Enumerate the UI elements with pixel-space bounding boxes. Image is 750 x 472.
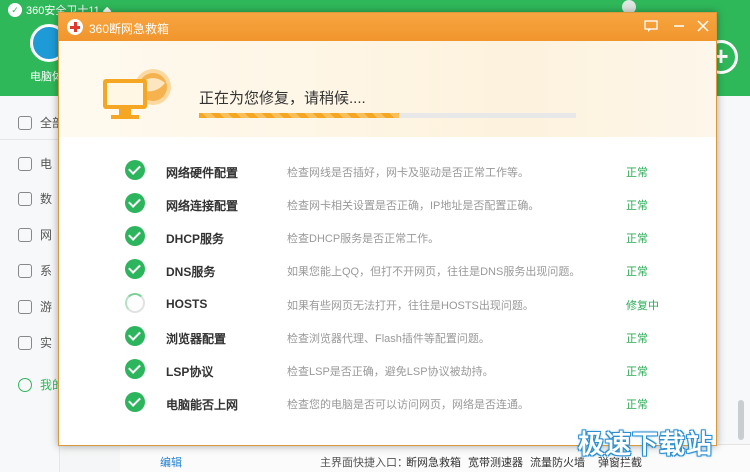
- watermark-logo: 极速下载站: [578, 429, 714, 459]
- check-name: 浏览器配置: [166, 332, 227, 346]
- check-ok-icon: [125, 160, 145, 180]
- check-status: 正常: [626, 233, 648, 245]
- feedback-icon[interactable]: [641, 17, 661, 37]
- main-content-edge: [715, 96, 750, 472]
- sidebar-item-label: 系: [40, 264, 53, 278]
- sidebar-item-utility[interactable]: 实: [18, 334, 52, 351]
- check-name: 电脑能否上网: [166, 398, 239, 412]
- edit-link[interactable]: 编辑: [160, 454, 182, 470]
- check-status: 正常: [626, 167, 648, 179]
- check-name: LSP协议: [166, 365, 214, 379]
- sidebar-item-system[interactable]: 系: [18, 262, 52, 279]
- check-ok-icon: [125, 193, 145, 213]
- dialog-title: 360断网急救箱: [89, 22, 170, 36]
- check-status: 正常: [626, 200, 648, 212]
- globe-icon: [18, 227, 32, 242]
- minimize-icon[interactable]: [669, 17, 689, 37]
- check-status: 修复中: [626, 300, 659, 312]
- main-sidebar: [0, 96, 60, 472]
- sidebar-item-label: 数: [40, 192, 53, 206]
- check-description: 如果您能上QQ，但打不开网页，往往是DNS服务出现问题。: [287, 266, 581, 278]
- monitor-icon: [18, 156, 32, 171]
- check-ok-icon: [125, 226, 145, 246]
- check-description: 检查DHCP服务是否正常工作。: [287, 233, 440, 245]
- repair-progress-bar: [199, 113, 576, 118]
- network-rescue-dialog: 360断网急救箱 正在为您修复，请稍候.... 网络硬件配置 检查网线是否插好，网…: [58, 12, 717, 446]
- app-logo-icon: ✓: [8, 3, 22, 17]
- sidebar-item-games[interactable]: 游: [18, 298, 52, 315]
- check-row: 网络硬件配置 检查网线是否插好，网卡及驱动是否正常工作等。 正常: [59, 154, 716, 187]
- check-row: DNS服务 如果您能上QQ，但打不开网页，往往是DNS服务出现问题。 正常: [59, 253, 716, 286]
- shield-icon: [18, 191, 32, 206]
- close-icon[interactable]: [693, 17, 713, 37]
- sidebar-item-computer[interactable]: 电: [18, 155, 52, 172]
- check-description: 检查您的电脑是否可以访问网页，网络是否连通。: [287, 399, 529, 411]
- check-description: 检查网线是否插好，网卡及驱动是否正常工作等。: [287, 167, 529, 179]
- check-description: 检查网卡相关设置是否正确，IP地址是否配置正确。: [287, 200, 540, 212]
- check-ok-icon: [125, 359, 145, 379]
- sidebar-item-label: 游: [40, 300, 53, 314]
- sidebar-item-network[interactable]: 网: [18, 226, 52, 243]
- gear-icon: [18, 263, 32, 278]
- check-description: 检查浏览器代理、Flash插件等配置问题。: [287, 333, 490, 345]
- sidebar-item-label: 网: [40, 228, 53, 242]
- check-row: 电脑能否上网 检查您的电脑是否可以访问网页，网络是否连通。 正常: [59, 386, 716, 419]
- check-name: 网络硬件配置: [166, 166, 239, 180]
- sidebar-item-label: 实: [40, 336, 53, 350]
- check-description: 如果有些网页无法打开，往往是HOSTS出现问题。: [287, 300, 534, 312]
- check-name: HOSTS: [166, 297, 208, 311]
- check-status: 正常: [626, 366, 648, 378]
- gamepad-icon: [18, 299, 32, 314]
- tool-icon: [18, 335, 32, 350]
- check-row: 网络连接配置 检查网卡相关设置是否正确，IP地址是否配置正确。 正常: [59, 187, 716, 220]
- check-name: DNS服务: [166, 265, 216, 279]
- repair-progress-fill: [199, 113, 399, 118]
- check-ok-icon: [125, 259, 145, 279]
- check-row: LSP协议 检查LSP是否正确，避免LSP协议被劫持。 正常: [59, 353, 716, 386]
- check-status: 正常: [626, 333, 648, 345]
- check-name: 网络连接配置: [166, 199, 239, 213]
- check-status: 正常: [626, 266, 648, 278]
- tag-icon: [18, 115, 32, 130]
- sidebar-item-data[interactable]: 数: [18, 190, 52, 207]
- network-monitor-icon: [103, 69, 171, 119]
- check-row: DHCP服务 检查DHCP服务是否正常工作。 正常: [59, 220, 716, 253]
- check-row: HOSTS 如果有些网页无法打开，往往是HOSTS出现问题。 修复中: [59, 287, 716, 320]
- check-status: 正常: [626, 399, 648, 411]
- quick-link-network-rescue[interactable]: 断网急救箱: [406, 454, 461, 470]
- heart-icon: [18, 377, 32, 392]
- sidebar-item-label: 电: [40, 157, 53, 171]
- quick-link-speed-test[interactable]: 宽带测速器: [468, 454, 523, 470]
- check-row: 浏览器配置 检查浏览器代理、Flash插件等配置问题。 正常: [59, 320, 716, 353]
- first-aid-icon: [67, 19, 83, 35]
- main-scrollbar[interactable]: [738, 400, 744, 440]
- dialog-titlebar[interactable]: 360断网急救箱: [59, 13, 716, 41]
- check-name: DHCP服务: [166, 232, 225, 246]
- quick-link-traffic-firewall[interactable]: 流量防火墙: [530, 454, 585, 470]
- quick-entry-label: 主界面快捷入口：: [320, 457, 408, 469]
- check-description: 检查LSP是否正确，避免LSP协议被劫持。: [287, 366, 494, 378]
- check-ok-icon: [125, 392, 145, 412]
- loading-spinner-icon: [125, 293, 145, 313]
- repair-status-text: 正在为您修复，请稍候....: [199, 90, 366, 107]
- check-ok-icon: [125, 326, 145, 346]
- repair-status-header: 正在为您修复，请稍候....: [59, 41, 716, 137]
